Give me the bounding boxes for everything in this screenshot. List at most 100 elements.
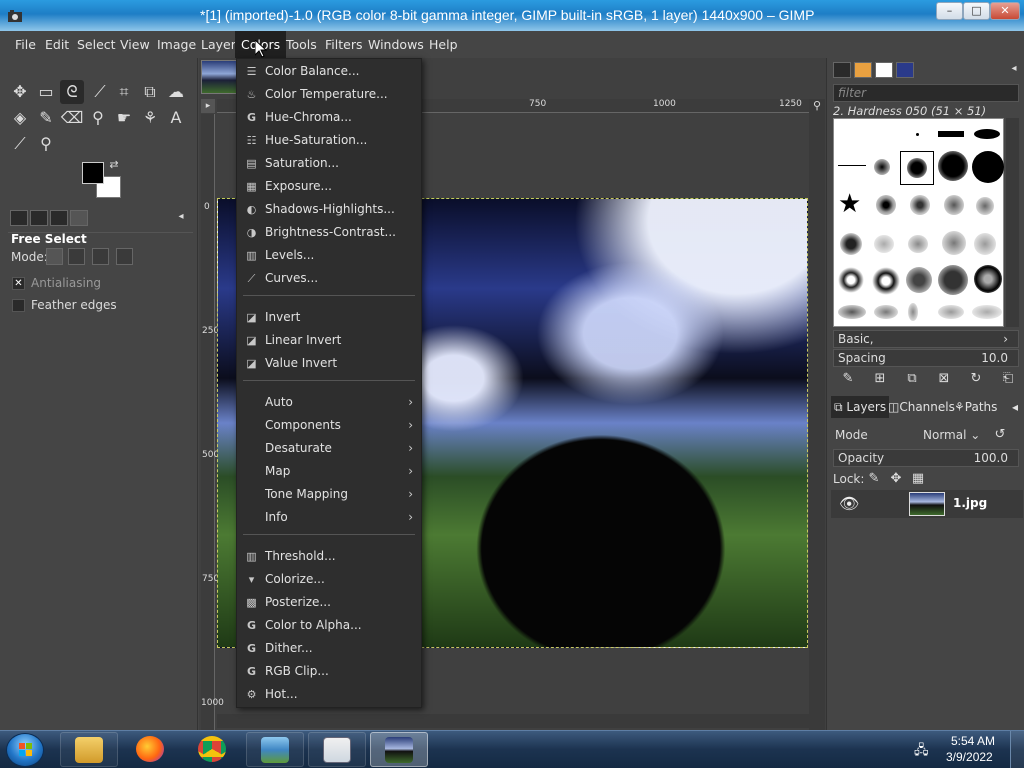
edit-brush-icon[interactable]: ✎ xyxy=(839,370,857,388)
feather-edges-row[interactable]: Feather edges xyxy=(12,298,117,312)
configure-tab-icon[interactable]: ◂ xyxy=(1009,396,1021,418)
brush-preview[interactable] xyxy=(838,165,866,166)
bucket-fill-tool-icon[interactable]: ◈ xyxy=(8,106,32,130)
brush-filter-input[interactable]: filter xyxy=(833,84,1019,102)
menu-item-curves[interactable]: ⟋ Curves... xyxy=(237,267,423,290)
fonts-tab-icon[interactable] xyxy=(875,62,893,78)
menu-item-auto[interactable]: Auto › xyxy=(237,391,423,414)
configure-tab-icon[interactable]: ◂ xyxy=(1007,60,1021,78)
brush-grid[interactable]: ★ xyxy=(833,118,1004,327)
brush-preview[interactable] xyxy=(908,235,928,253)
tab-layers[interactable]: ⧉ Layers xyxy=(831,396,890,418)
vertical-scrollbar[interactable]: ⚲ xyxy=(809,99,825,730)
lock-position-icon[interactable]: ✥ xyxy=(887,470,905,488)
clock-time[interactable]: 5:54 AM xyxy=(951,734,995,748)
horizontal-scrollbar[interactable] xyxy=(217,714,809,728)
fuzzy-select-tool-icon[interactable]: ⟋ xyxy=(88,80,112,104)
mode-intersect-button[interactable] xyxy=(116,248,133,265)
crop-tool-icon[interactable]: ⌗ xyxy=(112,80,136,104)
menu-item-brightness-contrast[interactable]: ◑ Brightness-Contrast... xyxy=(237,221,423,244)
network-icon[interactable]: 🖧 xyxy=(914,741,930,758)
reset-mode-icon[interactable]: ↺ xyxy=(991,426,1009,444)
duplicate-brush-icon[interactable]: ⧉ xyxy=(903,370,921,388)
brush-preview[interactable] xyxy=(910,195,930,215)
menu-item-colorize[interactable]: ▾ Colorize... xyxy=(237,568,423,591)
text-tool-icon[interactable]: A xyxy=(164,106,188,130)
menu-item-color-balance[interactable]: ☰ Color Balance... xyxy=(237,60,423,83)
brush-preview[interactable] xyxy=(974,265,1002,293)
menu-item-rgb-clip[interactable]: G RGB Clip... xyxy=(237,660,423,683)
lock-alpha-icon[interactable]: ▦ xyxy=(909,470,927,488)
menu-item-linear-invert[interactable]: ◪ Linear Invert xyxy=(237,329,423,352)
brush-preview[interactable] xyxy=(906,267,932,293)
configure-tab-icon[interactable]: ◂ xyxy=(172,208,190,226)
brush-preview[interactable] xyxy=(974,129,1000,139)
tool-options-tab-icon[interactable] xyxy=(10,210,28,226)
menu-item-shadows-highlights[interactable]: ◐ Shadows-Highlights... xyxy=(237,198,423,221)
menu-windows[interactable]: Windows xyxy=(362,31,430,58)
clock-date[interactable]: 3/9/2022 xyxy=(946,750,993,764)
menu-item-desaturate[interactable]: Desaturate › xyxy=(237,437,423,460)
maximize-button[interactable]: □ xyxy=(963,2,990,20)
menu-item-hot[interactable]: ⚙ Hot... xyxy=(237,683,423,706)
paths-tool-icon[interactable]: ⚘ xyxy=(138,106,162,130)
menu-file[interactable]: File xyxy=(9,31,42,58)
mode-replace-button[interactable] xyxy=(46,248,63,265)
layer-visibility-eye-icon[interactable]: 👁 xyxy=(839,494,859,513)
opacity-slider[interactable]: Opacity 100.0 xyxy=(833,449,1019,467)
brush-preview[interactable] xyxy=(972,151,1004,183)
brush-preview[interactable] xyxy=(944,195,964,215)
move-tool-icon[interactable]: ✥ xyxy=(8,80,32,104)
quick-mask-icon[interactable]: ▸ xyxy=(201,99,215,113)
menu-item-invert[interactable]: ◪ Invert xyxy=(237,306,423,329)
patterns-tab-icon[interactable] xyxy=(854,62,872,78)
foreground-color-swatch[interactable] xyxy=(82,162,104,184)
zoom-tool-icon[interactable]: ⚲ xyxy=(34,132,58,156)
close-button[interactable]: ✕ xyxy=(990,2,1020,20)
taskbar-photo-viewer-button[interactable] xyxy=(246,732,304,767)
menu-item-color-temperature[interactable]: ♨ Color Temperature... xyxy=(237,83,423,106)
menu-item-info[interactable]: Info › xyxy=(237,506,423,529)
free-select-tool-icon[interactable]: ᘓ xyxy=(60,80,84,104)
brush-preview[interactable] xyxy=(876,195,896,215)
brush-preset-field[interactable]: Basic, › xyxy=(833,330,1019,348)
taskbar-explorer-button[interactable] xyxy=(60,732,118,767)
taskbar-firefox-button[interactable] xyxy=(122,732,180,767)
mode-subtract-button[interactable] xyxy=(92,248,109,265)
clone-tool-icon[interactable]: ⚲ xyxy=(86,106,110,130)
brushes-tab-icon[interactable] xyxy=(833,62,851,78)
brush-preview[interactable] xyxy=(938,131,964,137)
brush-preview[interactable] xyxy=(838,305,866,319)
eraser-tool-icon[interactable]: ⌫ xyxy=(60,106,84,130)
brush-grid-scrollbar[interactable] xyxy=(1006,118,1019,327)
menu-item-components[interactable]: Components › xyxy=(237,414,423,437)
delete-brush-icon[interactable]: ⊠ xyxy=(935,370,953,388)
transform-tool-icon[interactable]: ⧉ xyxy=(138,80,162,104)
tab-paths[interactable]: ⚘Paths xyxy=(951,396,1000,418)
warp-tool-icon[interactable]: ☁ xyxy=(164,80,188,104)
menu-item-hue-saturation[interactable]: ☷ Hue-Saturation... xyxy=(237,129,423,152)
brush-preview[interactable] xyxy=(874,305,898,319)
menu-item-posterize[interactable]: ▩ Posterize... xyxy=(237,591,423,614)
start-button[interactable] xyxy=(6,733,44,767)
brush-preview[interactable] xyxy=(908,303,918,321)
menu-item-hue-chroma[interactable]: G Hue-Chroma... xyxy=(237,106,423,129)
lock-pixels-icon[interactable]: ✎ xyxy=(865,470,883,488)
zoom-icon[interactable]: ⚲ xyxy=(809,99,825,113)
brush-preview[interactable] xyxy=(874,235,894,253)
brush-preview[interactable] xyxy=(838,267,864,293)
menu-tools[interactable]: Tools xyxy=(280,31,323,58)
brush-preview[interactable] xyxy=(872,267,900,295)
tab-channels[interactable]: ◫Channels xyxy=(885,396,958,418)
menu-item-levels[interactable]: ▥ Levels... xyxy=(237,244,423,267)
refresh-brushes-icon[interactable]: ↻ xyxy=(967,370,985,388)
smudge-tool-icon[interactable]: ☛ xyxy=(112,106,136,130)
menu-item-map[interactable]: Map › xyxy=(237,460,423,483)
menu-item-color-to-alpha[interactable]: G Color to Alpha... xyxy=(237,614,423,637)
swap-colors-icon[interactable]: ⇄ xyxy=(106,158,122,172)
color-picker-tool-icon[interactable]: ⟋ xyxy=(8,132,32,156)
brush-preview[interactable] xyxy=(972,305,1002,319)
minimize-button[interactable]: – xyxy=(936,2,963,20)
menu-view[interactable]: View xyxy=(114,31,156,58)
spacing-slider[interactable]: Spacing 10.0 xyxy=(833,349,1019,367)
